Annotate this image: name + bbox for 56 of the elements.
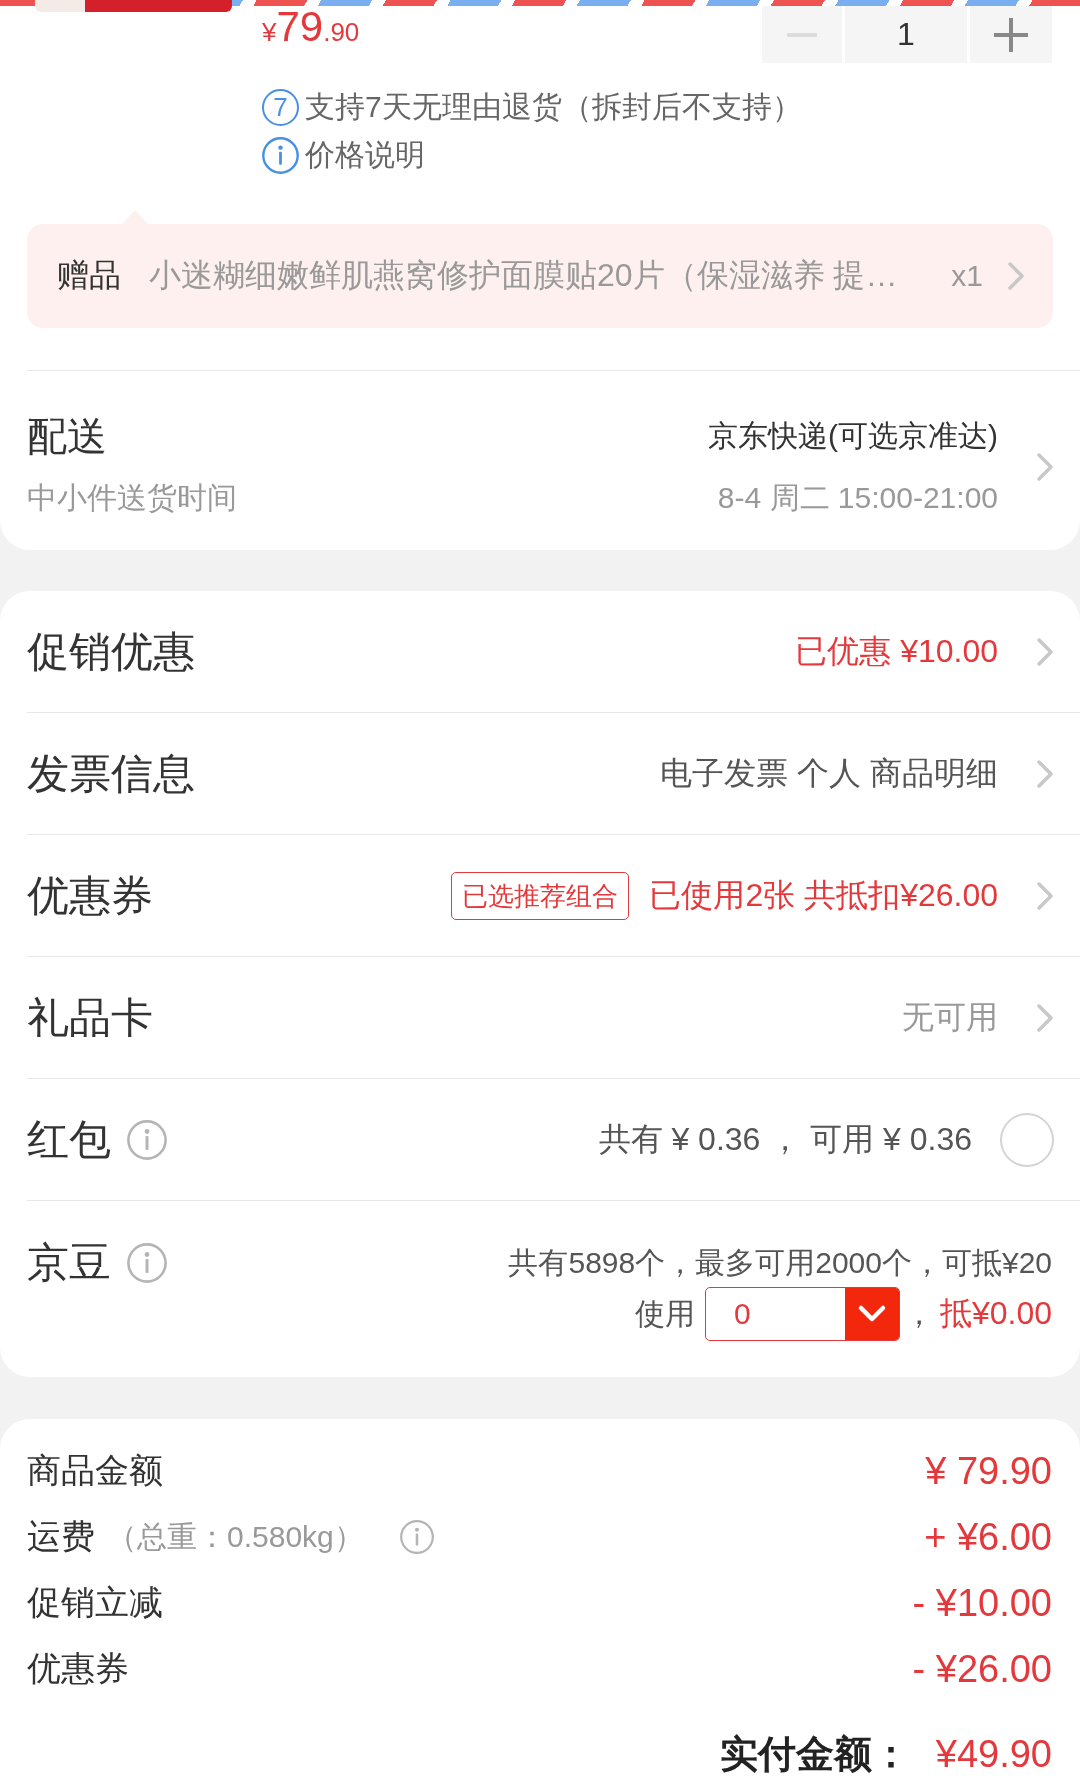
info-icon[interactable] — [127, 1119, 167, 1160]
recommended-tag: 已选推荐组合 — [451, 871, 630, 920]
delivery-subtitle: 中小件送货时间 — [27, 480, 237, 516]
beans-amount-field[interactable]: 0 — [704, 1287, 900, 1341]
delivery-title: 配送 — [27, 413, 108, 460]
option-label: 优惠券 — [27, 870, 153, 921]
total-amount: ¥49.90 — [935, 1732, 1052, 1776]
dropdown-arrow-icon[interactable] — [844, 1288, 899, 1340]
increase-button[interactable] — [970, 6, 1052, 63]
info-icon[interactable] — [262, 136, 299, 174]
gift-label: 赠品 — [57, 256, 121, 295]
summary-amount: - ¥26.00 — [912, 1647, 1052, 1691]
option-label: 红包 — [27, 1114, 111, 1165]
plus-icon — [994, 17, 1028, 52]
use-label: 使用 — [634, 1295, 695, 1332]
chevron-right-icon[interactable] — [1007, 261, 1025, 291]
deduction-amount: 抵¥0.00 — [939, 1294, 1052, 1333]
option-label: 发票信息 — [27, 748, 195, 799]
chevron-right-icon[interactable] — [1036, 636, 1054, 667]
option-value: 共有5898个，最多可用2000个，可抵¥20 — [508, 1245, 1052, 1281]
option-value: 已优惠 ¥10.00 — [795, 631, 998, 671]
delivery-method: 京东快递(可选京准达) — [708, 418, 998, 454]
chevron-right-icon[interactable] — [1036, 1002, 1054, 1033]
option-value: 电子发票 个人 商品明细 — [660, 753, 998, 793]
radio-button[interactable] — [1000, 1112, 1054, 1167]
option-label: 促销优惠 — [27, 626, 195, 677]
delivery-time: 8-4 周二 15:00-21:00 — [717, 480, 998, 516]
option-value: 已使用2张 共抵扣¥26.00 — [649, 875, 998, 915]
gift-name: 小迷糊细嫩鲜肌燕窝修护面膜贴20片（保湿滋养 提… — [149, 256, 899, 295]
option-label: 京豆 — [27, 1238, 111, 1288]
chevron-right-icon[interactable] — [1036, 452, 1054, 482]
summary-label: 运费 — [27, 1516, 95, 1557]
option-value: 共有 ¥ 0.36 ， 可用 ¥ 0.36 — [598, 1119, 972, 1159]
chevron-right-icon[interactable] — [1036, 880, 1054, 911]
quantity-field[interactable]: 1 — [845, 6, 967, 63]
option-label: 礼品卡 — [27, 992, 153, 1043]
summary-label: 优惠券 — [27, 1648, 129, 1689]
summary-amount: + ¥6.00 — [924, 1515, 1052, 1559]
weight-note: （总重：0.580kg） — [107, 1518, 364, 1555]
info-icon[interactable] — [399, 1520, 434, 1554]
minus-icon — [787, 32, 817, 37]
comma-text: ， — [903, 1295, 934, 1332]
return-policy-text: 支持7天无理由退货（拆封后不支持） — [305, 88, 802, 125]
total-label: 实付金额： — [719, 1731, 910, 1777]
return-days-badge: 7 — [262, 88, 299, 126]
chevron-right-icon[interactable] — [1036, 758, 1054, 789]
option-value: 无可用 — [902, 997, 998, 1037]
summary-label: 促销立减 — [27, 1582, 163, 1623]
gift-count: x1 — [951, 259, 983, 293]
summary-amount: ¥ 79.90 — [925, 1449, 1052, 1493]
price-note-link[interactable]: 价格说明 — [305, 134, 425, 176]
summary-label: 商品金额 — [27, 1450, 163, 1491]
product-price: ¥79.90 — [262, 6, 360, 48]
info-icon[interactable] — [127, 1243, 167, 1283]
summary-amount: - ¥10.00 — [912, 1581, 1052, 1625]
gift-panel[interactable]: 赠品 小迷糊细嫩鲜肌燕窝修护面膜贴20片（保湿滋养 提… x1 — [27, 224, 1053, 328]
